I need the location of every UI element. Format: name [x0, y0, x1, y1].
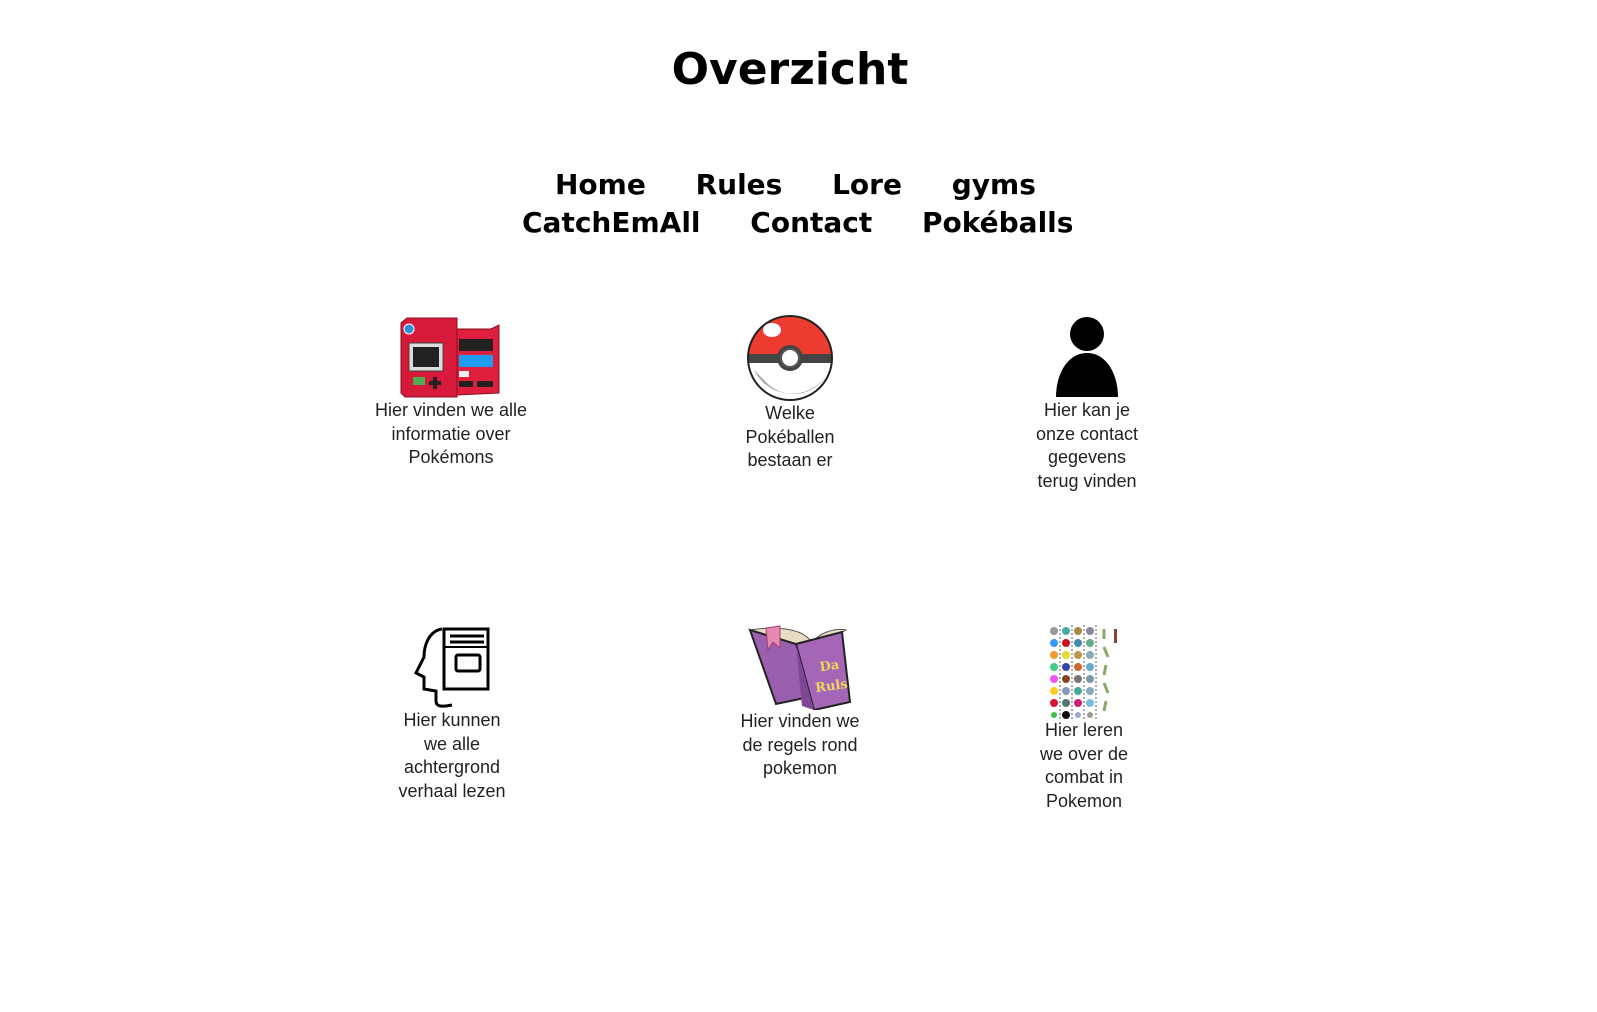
card-gyms[interactable]: Hier leren we over de combat in Pokemon [1034, 625, 1134, 813]
nav-pokeballs[interactable]: Pokéballs [922, 206, 1073, 239]
gym-badges-icon [1050, 625, 1117, 719]
person-icon [1056, 317, 1118, 397]
page-title: Overzicht [671, 44, 909, 95]
card-contact[interactable]: Hier kan je onze contact gegevens terug … [1032, 317, 1142, 493]
nav-contact[interactable]: Contact [750, 206, 872, 239]
svg-text:Da: Da [819, 658, 841, 676]
card-text: Hier leren we over de combat in Pokemon [1039, 720, 1129, 811]
head-book-icon [413, 627, 490, 708]
card-rules[interactable]: Da Ruls Hier vinden we de regels rond po… [735, 624, 865, 781]
nav-home[interactable]: Home [555, 168, 646, 201]
card-pokeballen[interactable]: Welke Pokéballen bestaan er [740, 314, 840, 473]
nav-gyms[interactable]: gyms [952, 168, 1036, 201]
card-text: Welke Pokéballen bestaan er [745, 403, 835, 470]
card-lore[interactable]: Hier kunnen we alle achtergrond verhaal … [392, 627, 512, 803]
nav-row-1: Home Rules Lore gyms [555, 168, 1036, 201]
card-pokemons[interactable]: Hier vinden we alle informatie over Poké… [371, 317, 531, 470]
card-text: Hier vinden we de regels rond pokemon [740, 711, 860, 778]
pokedex-icon [400, 317, 500, 398]
card-text: Hier kan je onze contact gegevens terug … [1035, 400, 1139, 491]
rules-book-icon: Da Ruls [748, 625, 852, 710]
card-text: Hier kunnen we alle achtergrond verhaal … [398, 710, 506, 801]
card-text: Hier vinden we alle informatie over Poké… [374, 400, 528, 467]
nav-catchemall[interactable]: CatchEmAll [522, 206, 701, 239]
nav-rules[interactable]: Rules [696, 168, 783, 201]
pokeball-icon [747, 315, 833, 401]
nav-row-2: CatchEmAll Contact Pokéballs [522, 206, 1073, 239]
nav-lore[interactable]: Lore [832, 168, 902, 201]
